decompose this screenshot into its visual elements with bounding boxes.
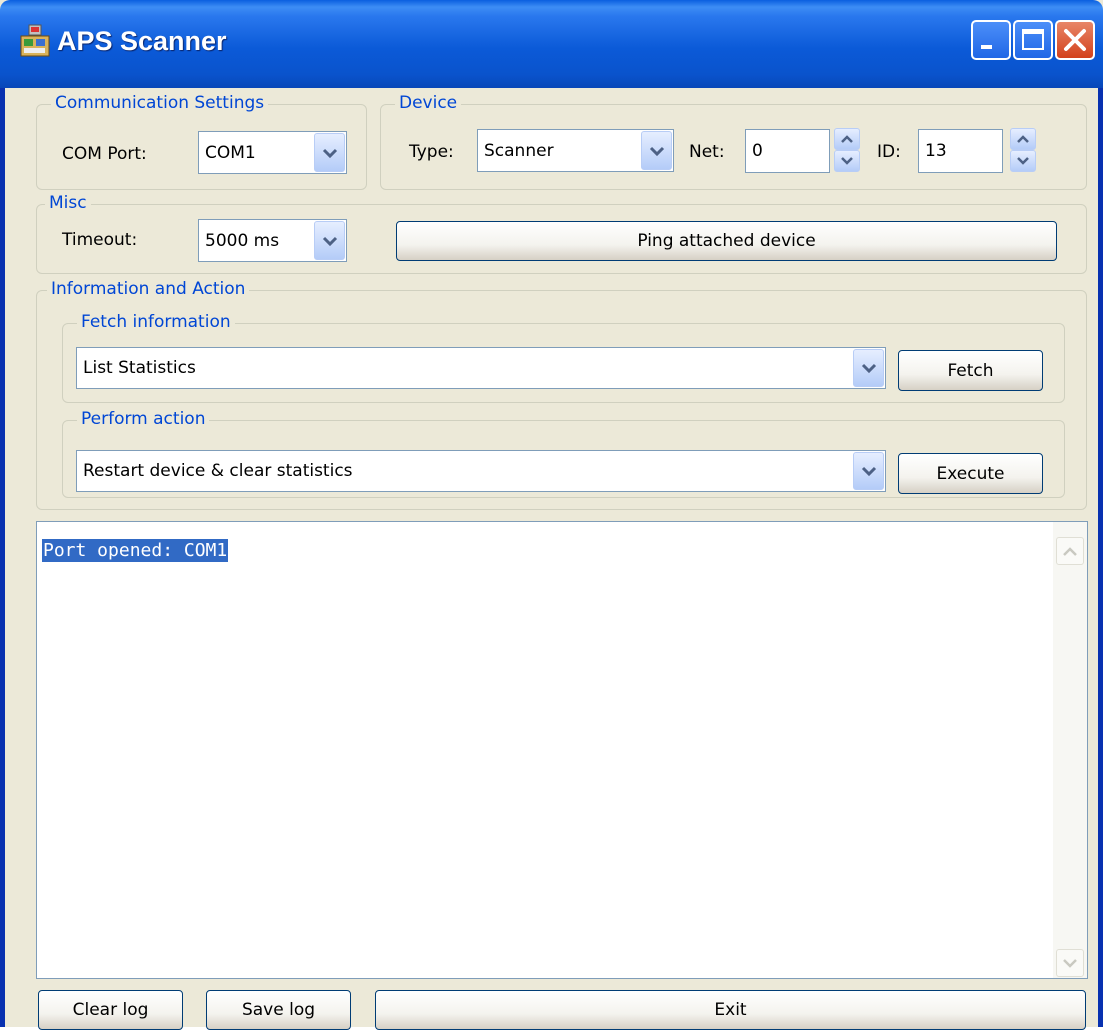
chevron-down-icon[interactable] — [834, 150, 860, 172]
chevron-up-icon[interactable] — [834, 128, 860, 150]
window-border-right — [1098, 88, 1103, 1027]
aps-app-icon — [20, 24, 50, 58]
ping-device-button[interactable]: Ping attached device — [396, 221, 1057, 261]
timeout-label: Timeout: — [62, 230, 138, 250]
close-icon — [1064, 29, 1086, 51]
maximize-icon — [1022, 29, 1044, 50]
window-title: APS Scanner — [57, 26, 227, 56]
fetch-information-value: List Statistics — [83, 358, 196, 378]
net-spinbox[interactable]: 0 — [745, 129, 830, 173]
clear-log-button[interactable]: Clear log — [38, 990, 183, 1030]
device-legend: Device — [395, 92, 462, 114]
close-button[interactable] — [1055, 20, 1095, 60]
com-port-select[interactable]: COM1 — [198, 131, 347, 174]
chevron-down-icon[interactable] — [853, 452, 884, 490]
timeout-value: 5000 ms — [205, 230, 280, 251]
chevron-down-icon[interactable] — [314, 221, 345, 260]
chevron-down-icon[interactable] — [1010, 150, 1036, 172]
save-log-button[interactable]: Save log — [206, 990, 351, 1030]
type-label: Type: — [409, 142, 454, 162]
fetch-information-legend: Fetch information — [77, 311, 235, 333]
log-textarea[interactable]: Port opened: COM1 — [36, 521, 1088, 979]
perform-action-legend: Perform action — [77, 408, 210, 430]
fetch-information-select[interactable]: List Statistics — [76, 347, 886, 389]
log-scrollbar[interactable] — [1053, 522, 1087, 978]
com-port-value: COM1 — [205, 142, 256, 163]
device-type-select[interactable]: Scanner — [477, 129, 674, 172]
misc-legend: Misc — [45, 192, 91, 214]
timeout-select[interactable]: 5000 ms — [198, 219, 347, 262]
device-type-value: Scanner — [484, 140, 554, 161]
chevron-down-icon[interactable] — [853, 349, 884, 387]
information-action-legend: Information and Action — [47, 278, 250, 300]
log-line: Port opened: COM1 — [42, 539, 229, 562]
net-stepper[interactable] — [834, 128, 860, 172]
net-label: Net: — [689, 142, 725, 162]
scroll-up-icon[interactable] — [1056, 537, 1084, 565]
exit-button[interactable]: Exit — [375, 990, 1086, 1030]
perform-action-value: Restart device & clear statistics — [83, 461, 353, 481]
window-border-left — [0, 88, 5, 1027]
title-bar[interactable]: APS Scanner — [0, 0, 1103, 88]
maximize-button[interactable] — [1013, 20, 1053, 60]
id-spinbox[interactable]: 13 — [918, 129, 1003, 173]
app-window: APS Scanner Communication Settings COM P… — [0, 0, 1103, 1030]
com-port-label: COM Port: — [62, 144, 147, 164]
id-label: ID: — [877, 142, 901, 162]
chevron-up-icon[interactable] — [1010, 128, 1036, 150]
perform-action-select[interactable]: Restart device & clear statistics — [76, 450, 886, 492]
scroll-down-icon[interactable] — [1056, 949, 1084, 977]
id-value: 13 — [925, 141, 947, 161]
minimize-icon — [981, 45, 992, 49]
communication-settings-legend: Communication Settings — [51, 92, 269, 114]
net-value: 0 — [752, 141, 763, 161]
minimize-button[interactable] — [971, 20, 1011, 60]
execute-button[interactable]: Execute — [898, 453, 1043, 494]
fetch-button[interactable]: Fetch — [898, 350, 1043, 391]
chevron-down-icon[interactable] — [314, 133, 345, 172]
id-stepper[interactable] — [1010, 128, 1036, 172]
chevron-down-icon[interactable] — [641, 131, 672, 170]
